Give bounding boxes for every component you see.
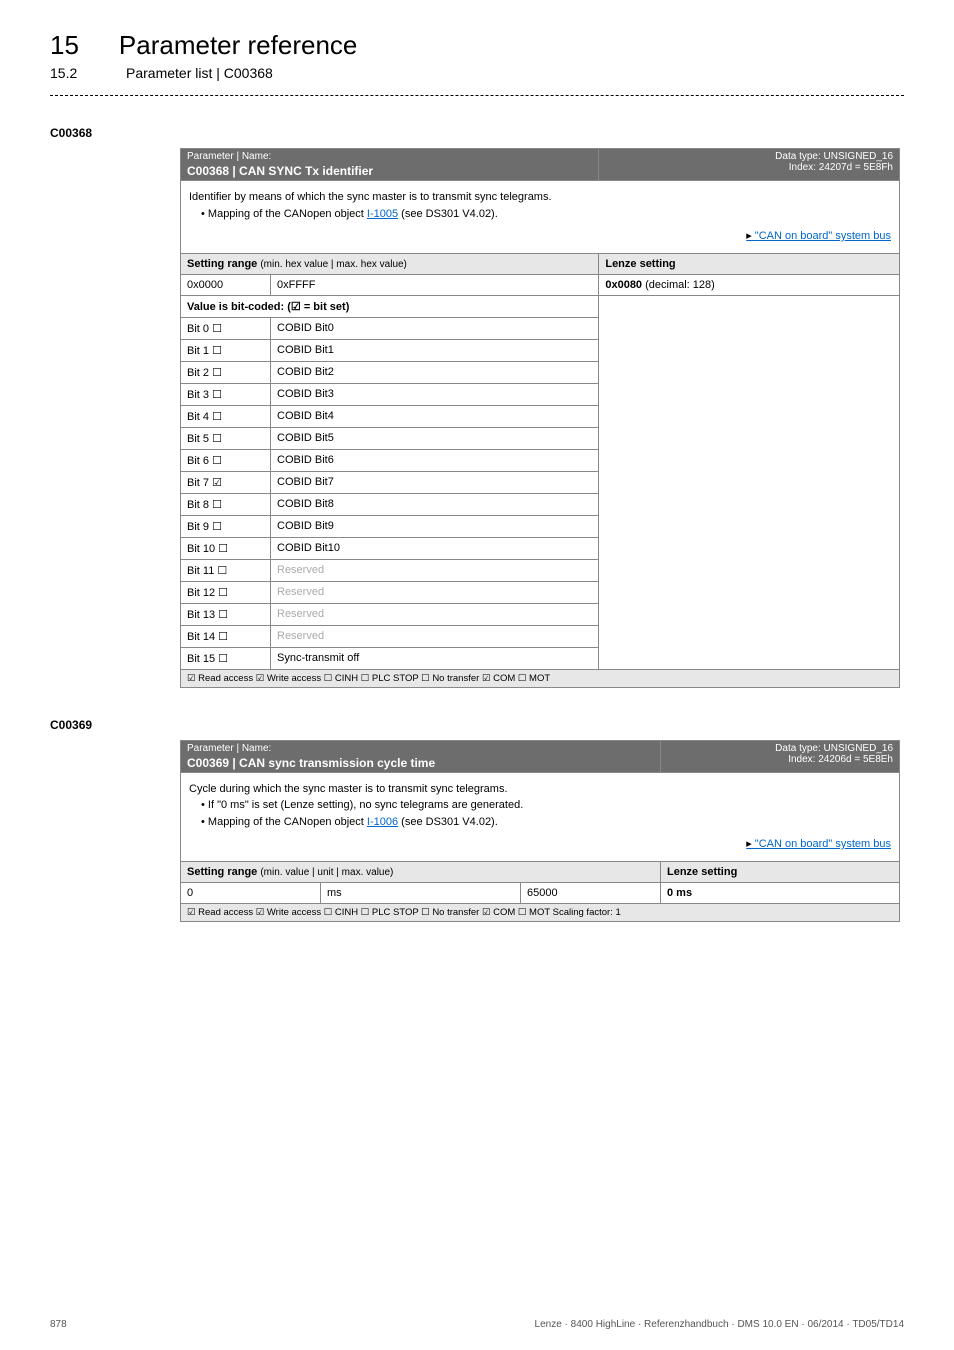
bit-text: Reserved bbox=[271, 625, 599, 647]
data-type: Data type: UNSIGNED_16 bbox=[605, 151, 893, 162]
bit-label: Bit 9 ☐ bbox=[181, 515, 271, 537]
bullet-2-pre: • Mapping of the CANopen object bbox=[201, 816, 367, 828]
setting-range-label: Setting range bbox=[187, 258, 260, 270]
page-footer: 878 Lenze · 8400 HighLine · Referenzhand… bbox=[50, 1319, 904, 1330]
bit-label: Bit 8 ☐ bbox=[181, 493, 271, 515]
page-number: 878 bbox=[50, 1319, 67, 1330]
access-row: ☑ Read access ☑ Write access ☐ CINH ☐ PL… bbox=[181, 669, 900, 687]
access-flags: ☑ Read access ☑ Write access ☐ CINH ☐ PL… bbox=[181, 669, 900, 687]
bit-text: COBID Bit2 bbox=[271, 361, 599, 383]
link-can-system-bus[interactable]: "CAN on board" system bus bbox=[746, 838, 891, 850]
value-row: 0x0000 0xFFFF 0x0080 (decimal: 128) bbox=[181, 274, 900, 295]
bullet-text-post: (see DS301 V4.02). bbox=[398, 208, 498, 220]
lenze-value: 0 ms bbox=[667, 887, 692, 899]
bit-label: Bit 1 ☐ bbox=[181, 339, 271, 361]
desc-text: Cycle during which the sync master is to… bbox=[189, 781, 891, 798]
bit-text: COBID Bit6 bbox=[271, 449, 599, 471]
title-row: Parameter | Name: C00368 | CAN SYNC Tx i… bbox=[181, 149, 900, 181]
link-can-system-bus[interactable]: "CAN on board" system bus bbox=[746, 230, 891, 242]
bit-label: Bit 14 ☐ bbox=[181, 625, 271, 647]
bit-label: Bit 15 ☐ bbox=[181, 647, 271, 669]
bit-label: Bit 12 ☐ bbox=[181, 581, 271, 603]
max-value: 65000 bbox=[521, 882, 661, 903]
footer-text: Lenze · 8400 HighLine · Referenzhandbuch… bbox=[535, 1319, 904, 1330]
bit-text: COBID Bit7 bbox=[271, 471, 599, 493]
bit-text: COBID Bit9 bbox=[271, 515, 599, 537]
bit-text: COBID Bit1 bbox=[271, 339, 599, 361]
param-name-label: Parameter | Name: bbox=[187, 151, 592, 162]
param-name: C00369 | CAN sync transmission cycle tim… bbox=[187, 754, 654, 770]
parameter-block-c00369: Parameter | Name: C00369 | CAN sync tran… bbox=[180, 740, 904, 922]
bullet-2-post: (see DS301 V4.02). bbox=[398, 816, 498, 828]
setting-range-sub: (min. value | unit | max. value) bbox=[260, 867, 393, 878]
index-value: Index: 24206d = 5E8Eh bbox=[667, 754, 893, 765]
bit-label: Bit 10 ☐ bbox=[181, 537, 271, 559]
chapter-number: 15 bbox=[50, 30, 79, 61]
bit-label: Bit 3 ☐ bbox=[181, 383, 271, 405]
bit-label: Bit 0 ☐ bbox=[181, 317, 271, 339]
section-number: 15.2 bbox=[50, 65, 86, 81]
bit-label: Bit 4 ☐ bbox=[181, 405, 271, 427]
page-header-chapter: 15 Parameter reference bbox=[50, 30, 904, 61]
description-row: Cycle during which the sync master is to… bbox=[181, 772, 900, 861]
bit-label: Bit 7 ☑ bbox=[181, 471, 271, 493]
bullet-1: • If "0 ms" is set (Lenze setting), no s… bbox=[189, 797, 891, 814]
bit-label: Bit 2 ☐ bbox=[181, 361, 271, 383]
bit-text: COBID Bit3 bbox=[271, 383, 599, 405]
link-i1006[interactable]: I-1006 bbox=[367, 816, 398, 828]
parameter-id-c00368: C00368 bbox=[50, 126, 904, 140]
bit-coded-header: Value is bit-coded: (☑ = bit set) bbox=[181, 295, 900, 317]
access-flags: ☑ Read access ☑ Write access ☐ CINH ☐ PL… bbox=[181, 903, 900, 921]
bit-text: COBID Bit8 bbox=[271, 493, 599, 515]
title-row: Parameter | Name: C00369 | CAN sync tran… bbox=[181, 740, 900, 772]
link-i1005[interactable]: I-1005 bbox=[367, 208, 398, 220]
chapter-title: Parameter reference bbox=[119, 30, 357, 61]
min-value: 0 bbox=[181, 882, 321, 903]
bit-coded-label: Value is bit-coded: (☑ = bit set) bbox=[181, 295, 599, 317]
parameter-id-c00369: C00369 bbox=[50, 718, 904, 732]
bullet-text-pre: • Mapping of the CANopen object bbox=[201, 208, 367, 220]
bit-text: Sync-transmit off bbox=[271, 647, 599, 669]
setting-range-label: Setting range bbox=[187, 866, 260, 878]
parameter-block-c00368: Parameter | Name: C00368 | CAN SYNC Tx i… bbox=[180, 148, 904, 688]
lenze-value-bold: 0x0080 bbox=[605, 279, 642, 291]
bit-text: Reserved bbox=[271, 603, 599, 625]
bit-text: Reserved bbox=[271, 559, 599, 581]
bit-label: Bit 5 ☐ bbox=[181, 427, 271, 449]
bit-label: Bit 6 ☐ bbox=[181, 449, 271, 471]
description-row: Identifier by means of which the sync ma… bbox=[181, 181, 900, 254]
max-value: 0xFFFF bbox=[271, 274, 599, 295]
data-type: Data type: UNSIGNED_16 bbox=[667, 743, 893, 754]
section-title: Parameter list | C00368 bbox=[126, 65, 273, 81]
setting-range-sub: (min. hex value | max. hex value) bbox=[260, 259, 407, 270]
bit-text: COBID Bit0 bbox=[271, 317, 599, 339]
divider bbox=[50, 95, 904, 96]
index-value: Index: 24207d = 5E8Fh bbox=[605, 162, 893, 173]
access-row: ☑ Read access ☑ Write access ☐ CINH ☐ PL… bbox=[181, 903, 900, 921]
setting-range-header: Setting range (min. hex value | max. hex… bbox=[181, 253, 900, 274]
param-name: C00368 | CAN SYNC Tx identifier bbox=[187, 162, 592, 178]
bit-text: COBID Bit5 bbox=[271, 427, 599, 449]
bit-text: Reserved bbox=[271, 581, 599, 603]
lenze-setting-label: Lenze setting bbox=[599, 253, 900, 274]
parameter-table-c00369: Parameter | Name: C00369 | CAN sync tran… bbox=[180, 740, 900, 922]
bit-label: Bit 11 ☐ bbox=[181, 559, 271, 581]
bit-text: COBID Bit10 bbox=[271, 537, 599, 559]
min-value: 0x0000 bbox=[181, 274, 271, 295]
bit-label: Bit 13 ☐ bbox=[181, 603, 271, 625]
parameter-table-c00368: Parameter | Name: C00368 | CAN SYNC Tx i… bbox=[180, 148, 900, 688]
unit-value: ms bbox=[321, 882, 521, 903]
setting-range-header: Setting range (min. value | unit | max. … bbox=[181, 861, 900, 882]
bit-text: COBID Bit4 bbox=[271, 405, 599, 427]
value-row: 0 ms 65000 0 ms bbox=[181, 882, 900, 903]
lenze-setting-label: Lenze setting bbox=[661, 861, 900, 882]
page-header-section: 15.2 Parameter list | C00368 bbox=[50, 65, 904, 81]
lenze-value-rest: (decimal: 128) bbox=[642, 279, 715, 291]
param-name-label: Parameter | Name: bbox=[187, 743, 654, 754]
desc-text: Identifier by means of which the sync ma… bbox=[189, 189, 891, 206]
